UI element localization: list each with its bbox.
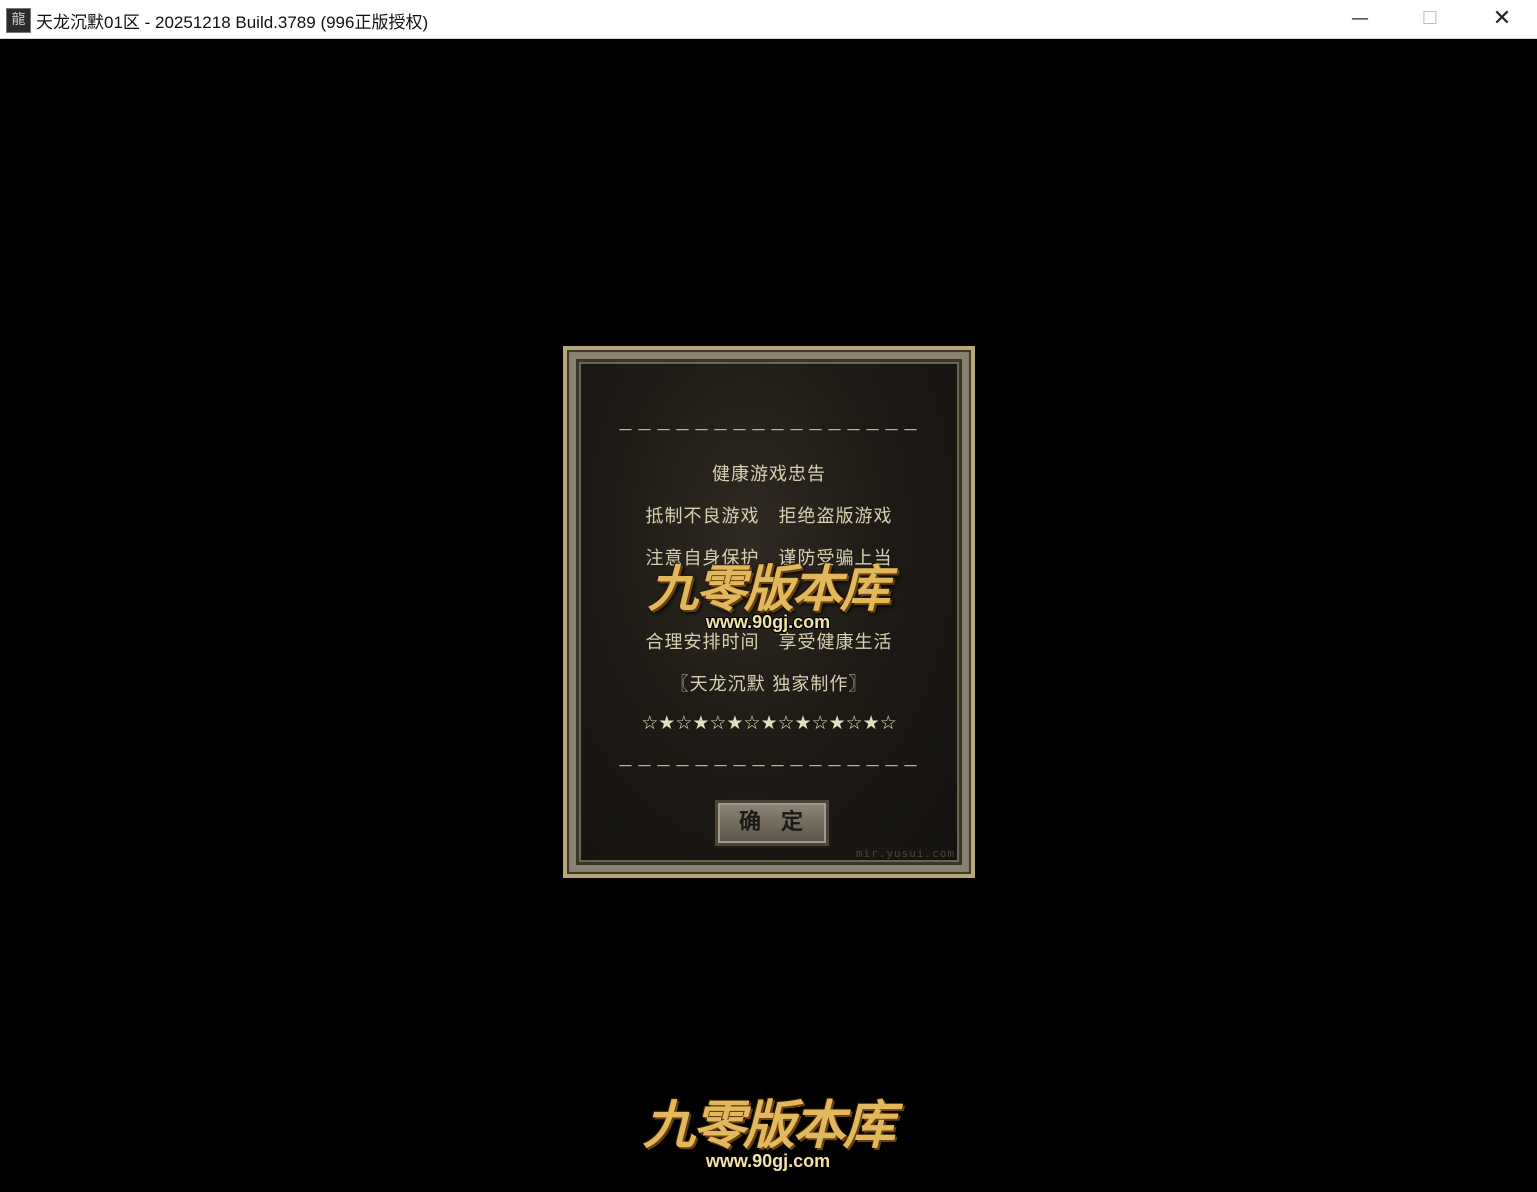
window-title: 天龙沉默01区 - 20251218 Build.3789 (996正版授权): [36, 13, 429, 32]
dialog-stars: ☆★☆★☆★☆★☆★☆★☆★☆: [641, 712, 897, 734]
dialog-line-1: 抵制不良游戏 拒绝盗版游戏: [645, 506, 893, 527]
app-icon: 龍: [6, 8, 31, 33]
dialog-credit: 〖天龙沉默 独家制作〗: [670, 674, 868, 695]
minimize-button[interactable]: —: [1325, 0, 1395, 38]
watermark-logo-center: 九零版本库 www.90gj.com: [632, 560, 904, 633]
confirm-button[interactable]: 确定: [715, 800, 829, 846]
dialog-heading: 健康游戏忠告: [712, 464, 826, 485]
maximize-button[interactable]: ☐: [1395, 0, 1465, 38]
logo-text: 九零版本库: [648, 559, 890, 618]
dialog-divider-top: －－－－－－－－－－－－－－－－: [617, 421, 921, 441]
dialog-divider-bottom: －－－－－－－－－－－－－－－－: [617, 757, 921, 777]
logo-text: 九零版本库: [642, 1095, 895, 1156]
watermark-logo-bottom: 九零版本库 www.90gj.com: [632, 1095, 904, 1172]
window-titlebar[interactable]: 龍 天龙沉默01区 - 20251218 Build.3789 (996正版授权…: [0, 0, 1537, 39]
dialog-corner-watermark: mir.yusui.com: [855, 847, 955, 860]
close-button[interactable]: ✕: [1467, 0, 1537, 38]
